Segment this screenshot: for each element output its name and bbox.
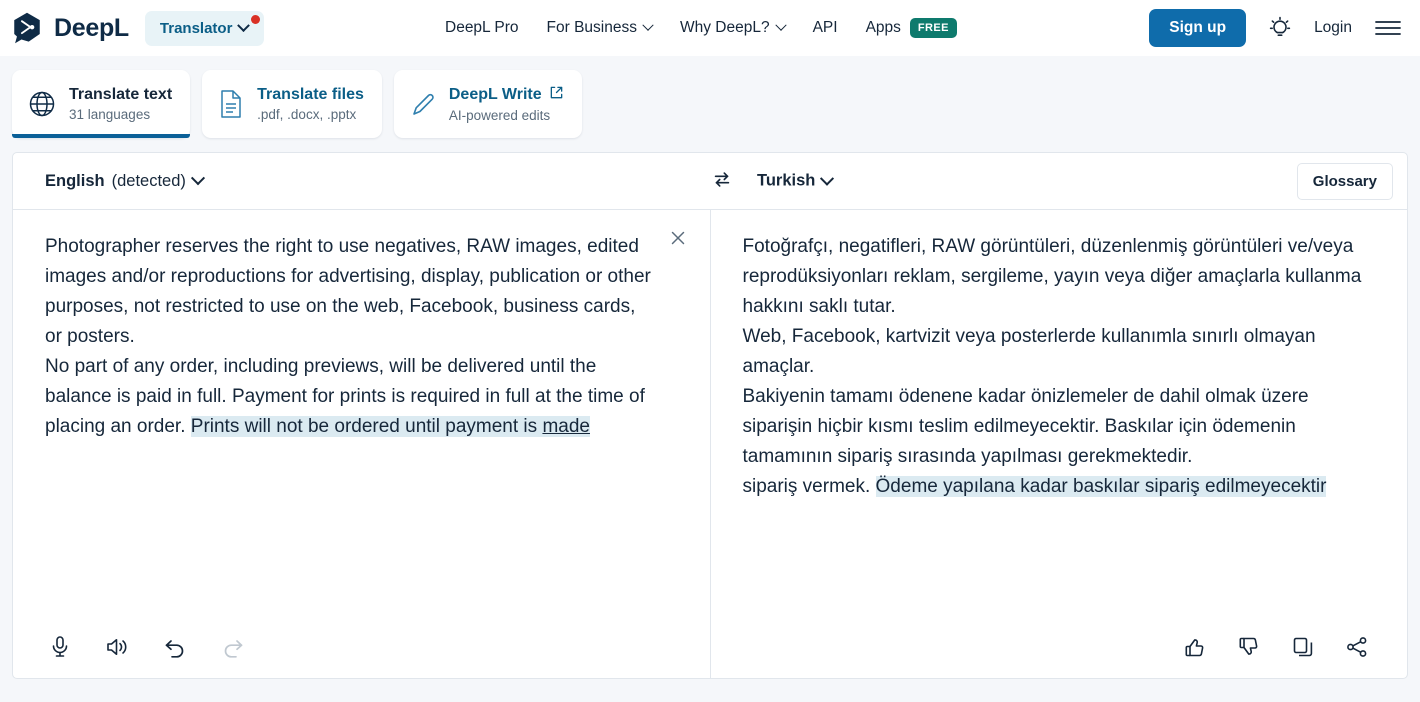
translation-panes: Photographer reserves the right to use n…: [13, 210, 1407, 678]
source-pane: Photographer reserves the right to use n…: [13, 210, 711, 678]
glossary-button[interactable]: Glossary: [1296, 162, 1393, 200]
notification-dot: [251, 14, 261, 24]
nav-item-apps[interactable]: Apps FREE: [866, 18, 957, 38]
nav-item-deepl-pro[interactable]: DeepL Pro: [445, 19, 519, 37]
nav-item-api[interactable]: API: [813, 19, 838, 37]
tab-translate-text[interactable]: Translate text 31 languages: [12, 70, 191, 138]
target-language-selector[interactable]: Turkish: [757, 171, 835, 191]
chevron-down-icon: [190, 171, 205, 186]
translator-card: English (detected) Turkish Glossary Phot…: [12, 152, 1408, 679]
tab-title: Translate files: [257, 86, 364, 104]
language-bar: English (detected) Turkish Glossary: [13, 153, 1407, 210]
source-text-input[interactable]: Photographer reserves the right to use n…: [13, 210, 710, 616]
tab-deepl-write[interactable]: DeepL Write AI-powered edits: [393, 70, 582, 138]
product-switcher-label: Translator: [159, 19, 233, 37]
tab-title-text: Translate files: [257, 85, 364, 103]
chevron-down-icon: [642, 19, 654, 31]
tab-title: Translate text: [69, 86, 172, 104]
tab-title-text: Translate text: [69, 85, 173, 103]
source-language-name: English: [45, 171, 105, 190]
nav-item-for-business[interactable]: For Business: [546, 19, 654, 37]
main-nav: DeepL Pro For Business Why DeepL? API Ap…: [445, 18, 957, 38]
nav-label: Apps: [865, 19, 901, 36]
document-icon: [218, 89, 244, 119]
source-highlight-underlined: made: [542, 416, 590, 437]
tab-subtitle: .pdf, .docx, .pptx: [257, 106, 357, 122]
mode-tabs: Translate text 31 languages Translate fi…: [0, 56, 1420, 138]
thumbs-down-icon[interactable]: [1233, 631, 1265, 663]
source-highlight-text: Prints will not be ordered until payment…: [190, 416, 543, 437]
hamburger-menu-icon[interactable]: [1374, 18, 1402, 38]
globe-icon: [28, 90, 56, 118]
header-actions: Sign up Login: [1149, 9, 1402, 47]
redo-icon[interactable]: [217, 632, 249, 662]
brand-logo[interactable]: DeepL: [10, 11, 129, 45]
target-text-highlighted: Ödeme yapılana kadar baskılar sipariş ed…: [875, 476, 1327, 497]
tab-subtitle: AI-powered edits: [448, 107, 551, 123]
swap-languages-button[interactable]: [707, 165, 737, 198]
share-icon[interactable]: [1341, 631, 1373, 663]
pencil-icon: [410, 90, 436, 118]
target-toolbar: [711, 616, 1408, 678]
nav-label: Why DeepL?: [679, 19, 770, 36]
nav-label: For Business: [546, 19, 637, 36]
tab-subtitle: 31 languages: [69, 106, 151, 122]
top-header: DeepL Translator DeepL Pro For Business …: [0, 0, 1420, 56]
microphone-icon[interactable]: [45, 631, 75, 663]
source-text-highlighted: Prints will not be ordered until payment…: [190, 416, 590, 437]
source-language-selector[interactable]: English (detected): [45, 171, 205, 191]
tab-title-text: DeepL Write: [448, 85, 542, 103]
free-badge: FREE: [909, 18, 957, 38]
brand-name: DeepL: [54, 13, 129, 42]
nav-label: DeepL Pro: [445, 19, 519, 36]
chevron-down-icon: [237, 18, 251, 32]
chevron-down-icon: [820, 171, 835, 186]
chevron-down-icon: [774, 19, 787, 31]
source-language-detected-note: (detected): [111, 171, 186, 190]
source-text-plain: Photographer reserves the right to use n…: [45, 236, 651, 437]
target-language-name: Turkish: [757, 171, 816, 190]
clear-source-text-button[interactable]: [668, 228, 688, 248]
close-icon: [668, 231, 688, 251]
tab-translate-files[interactable]: Translate files .pdf, .docx, .pptx: [202, 70, 382, 138]
tab-title: DeepL Write: [449, 85, 564, 105]
speaker-icon[interactable]: [101, 632, 133, 662]
target-pane: Fotoğrafçı, negatifleri, RAW görüntüleri…: [711, 210, 1408, 678]
nav-label: API: [812, 19, 838, 36]
deepl-logo-icon: [10, 11, 44, 45]
copy-icon[interactable]: [1287, 631, 1319, 663]
source-toolbar: [13, 616, 710, 678]
login-link[interactable]: Login: [1314, 19, 1352, 37]
target-text-output[interactable]: Fotoğrafçı, negatifleri, RAW görüntüleri…: [711, 210, 1408, 616]
sign-up-button[interactable]: Sign up: [1149, 9, 1247, 47]
external-link-icon: [549, 85, 564, 105]
undo-icon[interactable]: [159, 632, 191, 662]
nav-item-why-deepl[interactable]: Why DeepL?: [679, 19, 787, 37]
target-text-plain: Fotoğrafçı, negatifleri, RAW görüntüleri…: [742, 236, 1362, 497]
lightbulb-icon[interactable]: [1268, 16, 1292, 40]
product-switcher-translator[interactable]: Translator: [144, 10, 265, 46]
swap-arrows-icon: [711, 169, 733, 194]
thumbs-up-icon[interactable]: [1179, 631, 1211, 663]
